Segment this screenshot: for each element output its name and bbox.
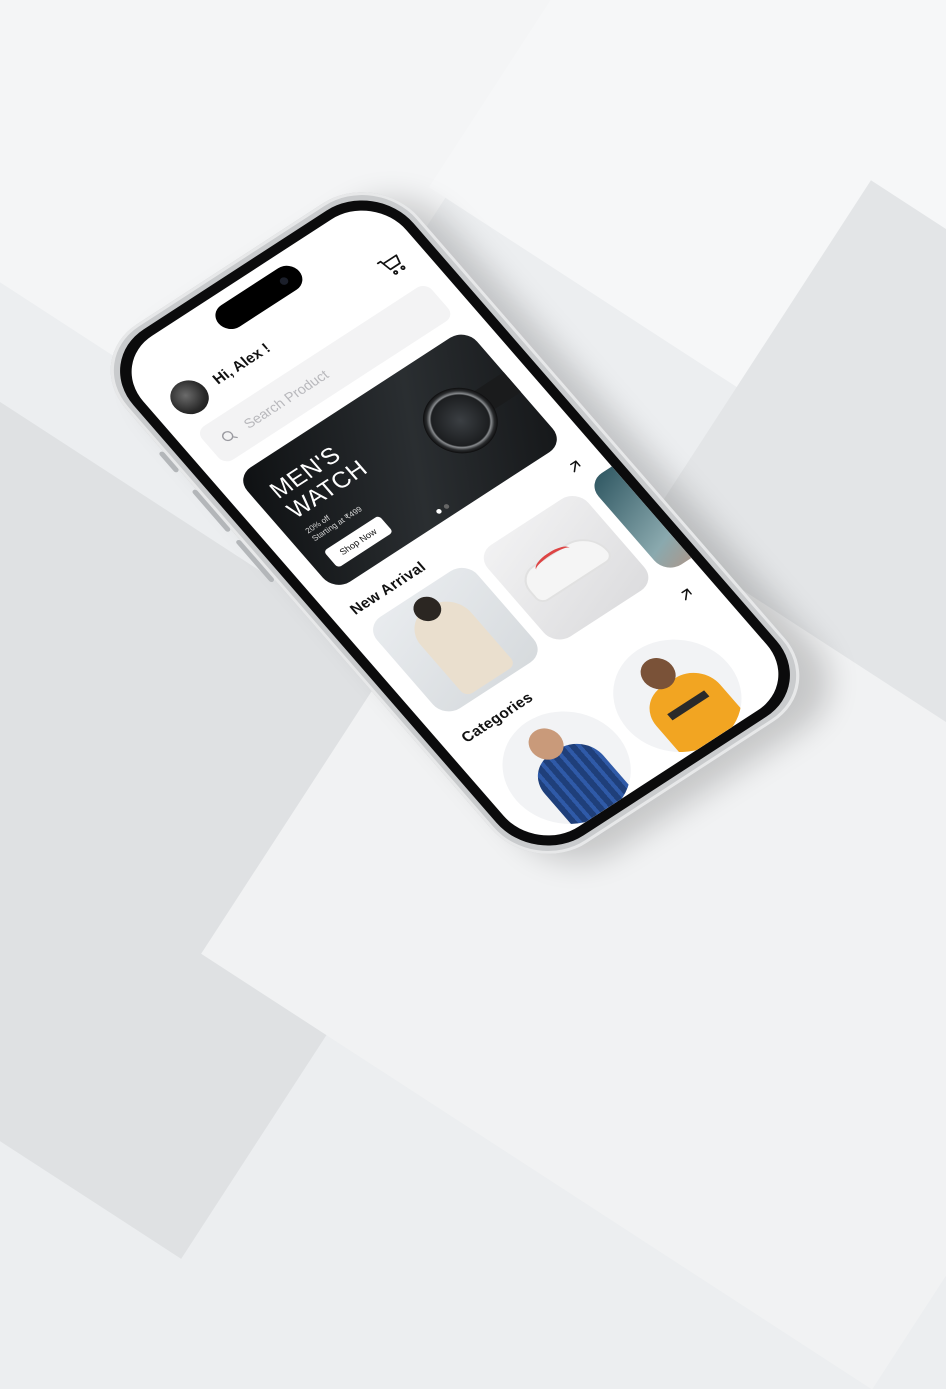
search-icon (222, 431, 238, 442)
carousel-dots (435, 503, 451, 515)
carousel-dot[interactable] (442, 503, 451, 510)
avatar[interactable] (162, 373, 217, 421)
carousel-dot[interactable] (435, 508, 443, 515)
arrow-up-right-icon[interactable] (563, 456, 587, 477)
arrow-up-right-icon[interactable] (674, 584, 698, 605)
greeting-text: Hi, Alex ! (209, 339, 274, 388)
camera-dot (278, 275, 291, 287)
sneaker-image (518, 531, 612, 603)
cart-icon[interactable] (374, 248, 413, 282)
